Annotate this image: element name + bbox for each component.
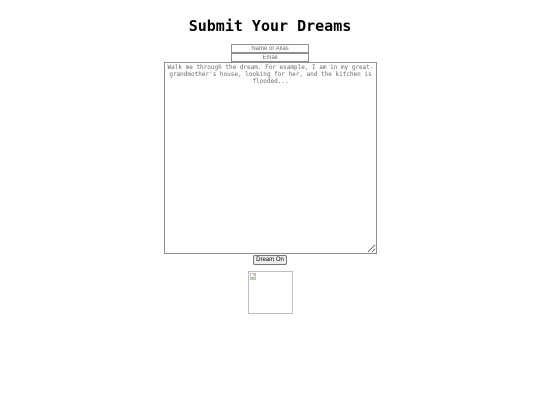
email-input[interactable] (231, 53, 309, 62)
page-title: Submit Your Dreams (188, 17, 352, 35)
broken-image-icon (250, 273, 256, 280)
dream-submission-page: Submit Your Dreams Dream On (0, 0, 540, 405)
dream-textarea[interactable] (164, 62, 377, 254)
dream-on-button[interactable]: Dream On (253, 255, 287, 265)
broken-image (248, 271, 293, 314)
name-input[interactable] (231, 44, 309, 53)
